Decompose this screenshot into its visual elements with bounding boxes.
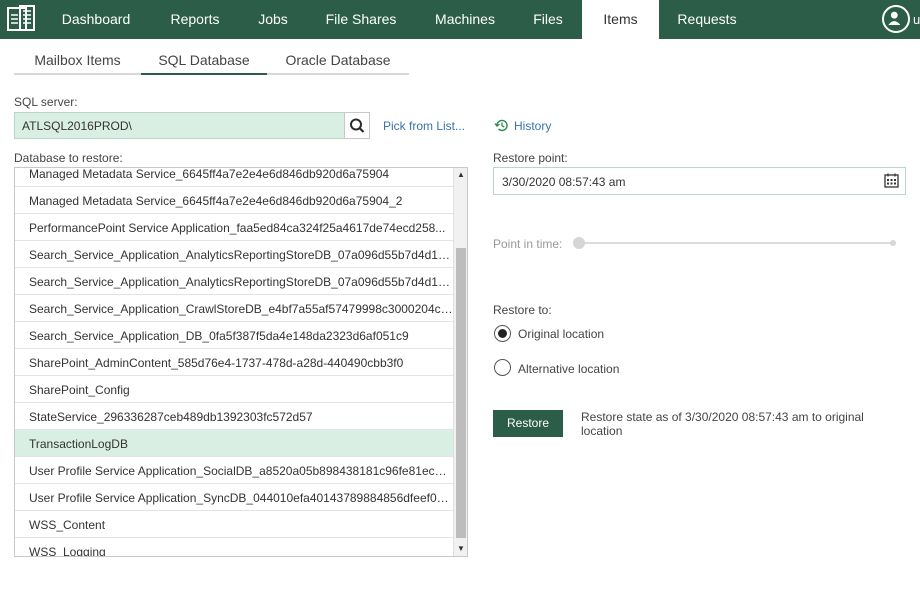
list-item[interactable]: Search_Service_Application_AnalyticsRepo…	[15, 241, 453, 268]
list-item[interactable]: Managed Metadata Service_6645ff4a7e2e4e6…	[15, 187, 453, 214]
scroll-up-icon[interactable]: ▲	[454, 168, 467, 182]
restore-to-label: Restore to:	[493, 303, 552, 317]
sql-server-input[interactable]: ATLSQL2016PROD\	[14, 112, 344, 139]
nav-reports[interactable]: Reports	[155, 0, 235, 39]
nav-dashboard[interactable]: Dashboard	[44, 0, 148, 39]
nav-requests[interactable]: Requests	[665, 0, 749, 39]
list-scrollbar[interactable]: ▲ ▼	[453, 168, 467, 556]
tab-underline-active	[141, 73, 267, 75]
original-location-label[interactable]: Original location	[518, 327, 604, 341]
tab-underline	[267, 73, 409, 75]
list-item[interactable]: SharePoint_Config	[15, 376, 453, 403]
user-initial: u	[913, 12, 920, 27]
restore-point-input[interactable]: 3/30/2020 08:57:43 am	[493, 167, 906, 195]
tab-underline	[14, 73, 141, 75]
search-icon	[350, 118, 365, 133]
list-item[interactable]: Search_Service_Application_DB_0fa5f387f5…	[15, 322, 453, 349]
restore-button[interactable]: Restore	[493, 410, 563, 437]
point-in-time-slider-handle[interactable]	[573, 237, 585, 249]
alternative-location-label[interactable]: Alternative location	[518, 362, 619, 376]
scroll-down-icon[interactable]: ▼	[454, 542, 467, 556]
pick-from-list-link[interactable]: Pick from List...	[383, 119, 465, 133]
list-item[interactable]: User Profile Service Application_SocialD…	[15, 457, 453, 484]
top-nav-bar: Dashboard Reports Jobs File Shares Machi…	[0, 0, 920, 39]
list-item[interactable]: WSS_Logging	[15, 538, 453, 556]
list-item[interactable]: Search_Service_Application_AnalyticsRepo…	[15, 268, 453, 295]
list-item[interactable]: PerformancePoint Service Application_faa…	[15, 214, 453, 241]
scroll-thumb[interactable]	[456, 248, 466, 538]
list-item[interactable]: StateService_296336287ceb489db1392303fc5…	[15, 403, 453, 430]
slider-end-marker	[890, 240, 896, 246]
database-list[interactable]: Managed Metadata Service_6645ff4a7e2e4e6…	[14, 167, 468, 557]
database-label: Database to restore:	[14, 151, 123, 165]
list-item-selected[interactable]: TransactionLogDB	[15, 430, 453, 457]
list-item[interactable]: Managed Metadata Service_6645ff4a7e2e4e6…	[15, 168, 453, 187]
nav-machines[interactable]: Machines	[420, 0, 510, 39]
list-item[interactable]: WSS_Content	[15, 511, 453, 538]
nav-files[interactable]: Files	[520, 0, 576, 39]
original-location-radio[interactable]	[494, 325, 511, 342]
sql-server-search-button[interactable]	[344, 112, 370, 139]
restore-state-text: Restore state as of 3/30/2020 08:57:43 a…	[581, 410, 864, 438]
list-item[interactable]: User Profile Service Application_SyncDB_…	[15, 484, 453, 511]
point-in-time-slider-track[interactable]	[578, 242, 894, 244]
user-avatar-icon[interactable]	[882, 5, 910, 33]
point-in-time-label: Point in time:	[493, 237, 563, 251]
history-link-label: History	[514, 119, 552, 133]
list-item[interactable]: Search_Service_Application_CrawlStoreDB_…	[15, 295, 453, 322]
alternative-location-radio[interactable]	[494, 359, 511, 376]
list-item[interactable]: SharePoint_AdminContent_585d76e4-1737-47…	[15, 349, 453, 376]
restore-point-label: Restore point:	[493, 151, 568, 165]
history-icon	[494, 119, 508, 132]
sql-server-label: SQL server:	[14, 95, 78, 109]
nav-jobs[interactable]: Jobs	[243, 0, 303, 39]
nav-items[interactable]: Items	[582, 0, 659, 39]
calendar-icon[interactable]	[884, 173, 899, 188]
app-logo-icon[interactable]	[6, 5, 36, 33]
nav-file-shares[interactable]: File Shares	[312, 0, 410, 39]
